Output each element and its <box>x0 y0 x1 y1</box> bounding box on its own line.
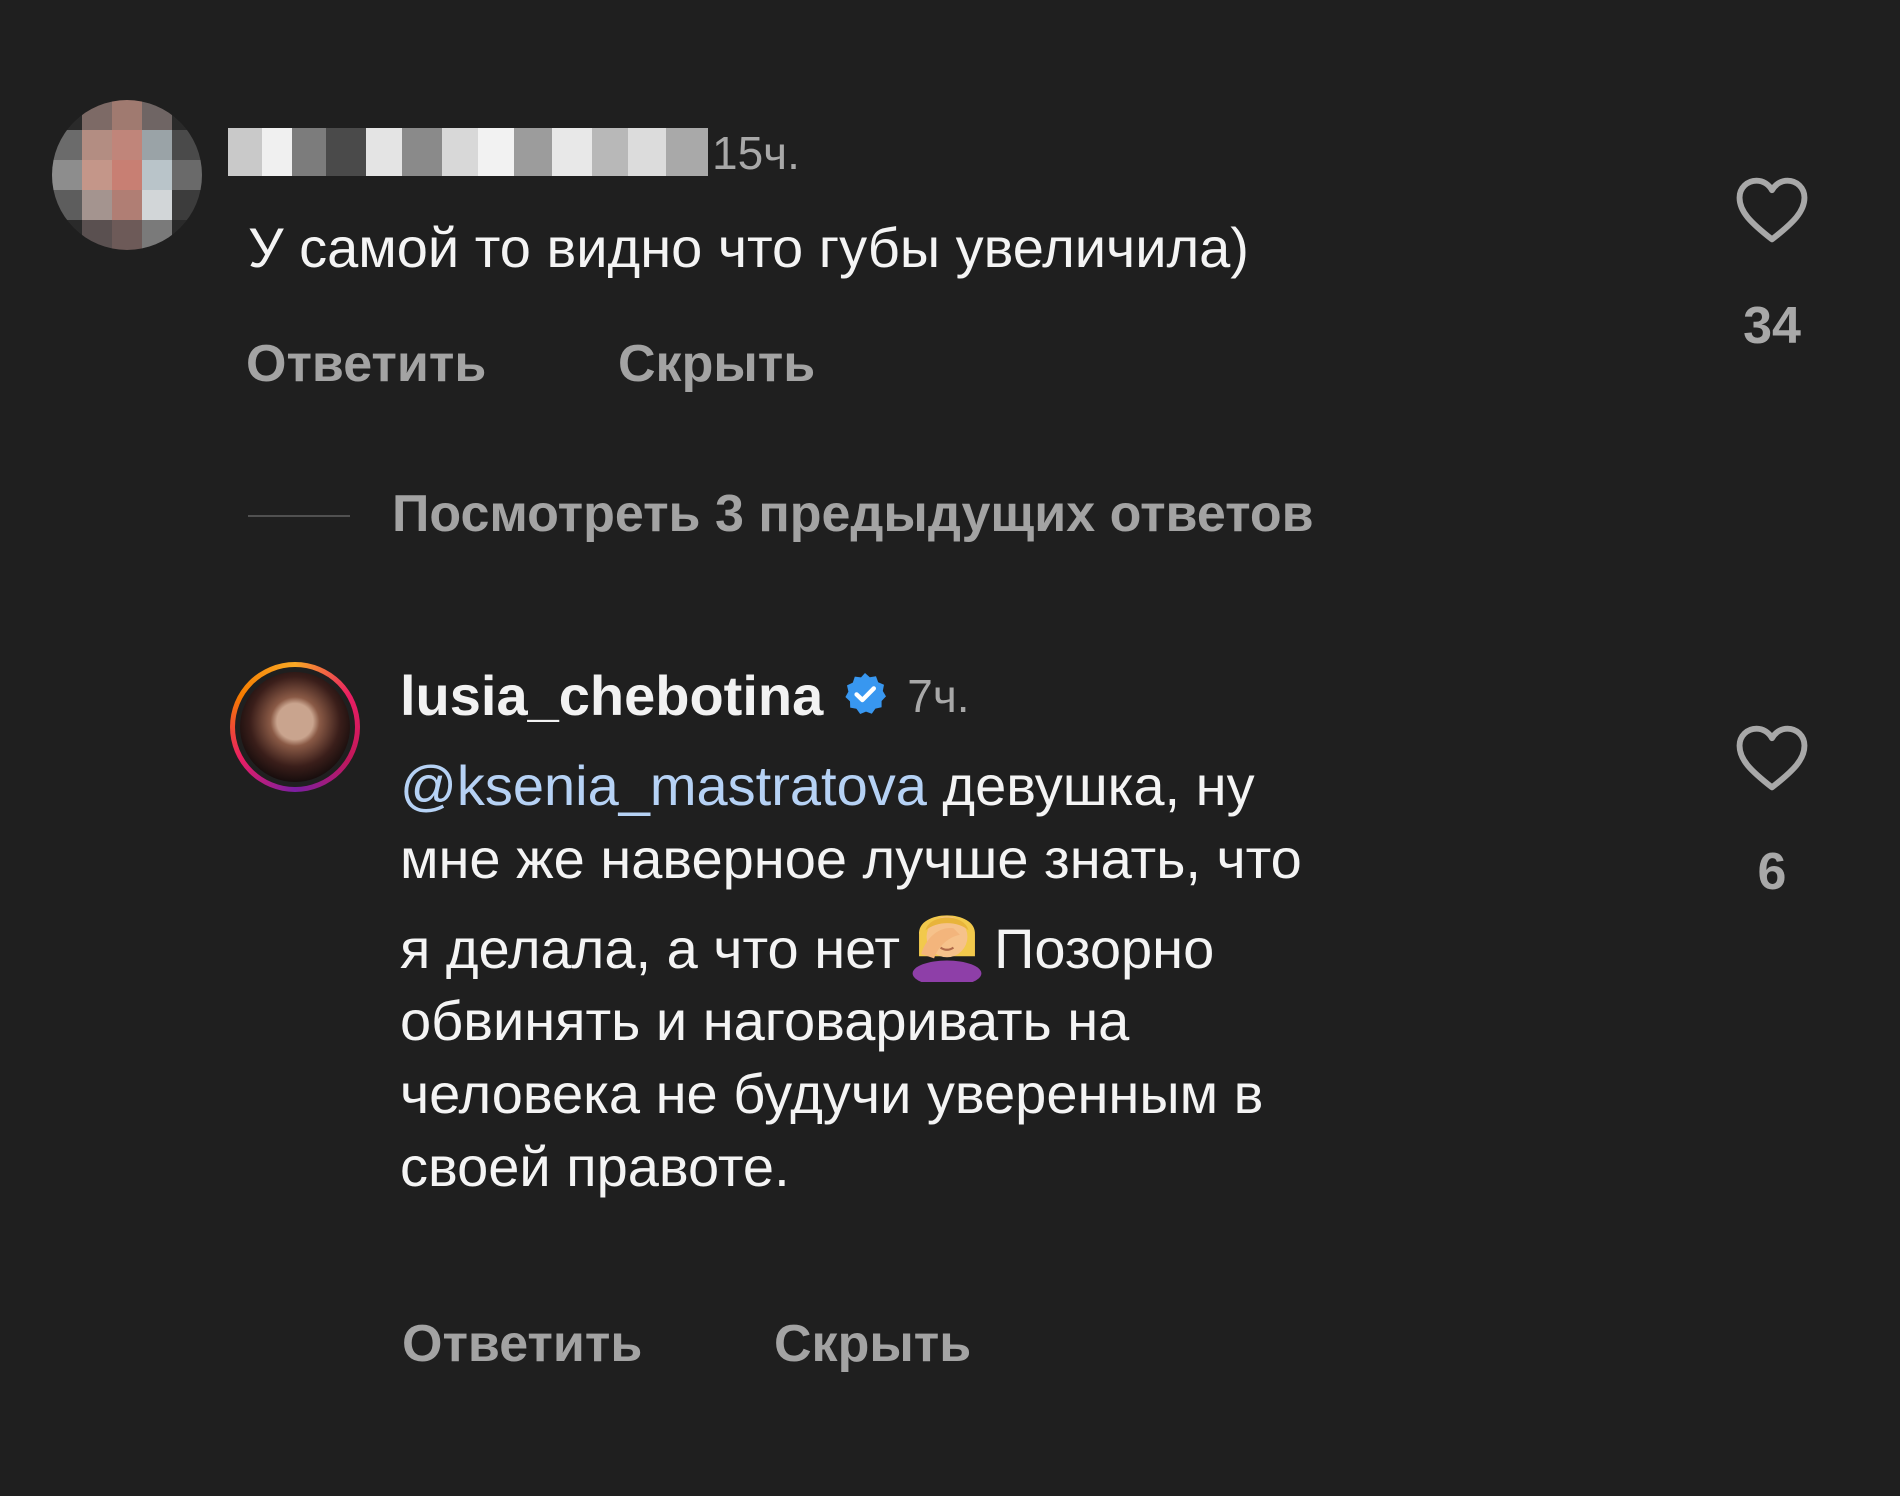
hide-button[interactable]: Скрыть <box>774 1318 971 1370</box>
reply-line-3: я делала, а что нет Позорно <box>400 896 1680 986</box>
hide-button[interactable]: Скрыть <box>618 338 815 390</box>
reply-text-block: @ksenia_mastratova девушка, ну мне же на… <box>400 750 1680 1204</box>
facepalm-emoji <box>904 896 990 986</box>
reply-button[interactable]: Ответить <box>246 338 486 390</box>
reply-line-5: человека не будучи уверенным в <box>400 1062 1264 1126</box>
reply-line-2: мне же наверное лучше знать, что <box>400 826 1302 890</box>
like-heart-icon[interactable] <box>1734 724 1810 792</box>
like-count: 34 <box>1743 297 1801 355</box>
reply-line-6: своей правоте. <box>400 1134 790 1198</box>
replies-divider <box>248 515 350 517</box>
comment-text: У самой то видно что губы увеличила) <box>248 216 1249 279</box>
like-heart-icon[interactable] <box>1734 176 1810 244</box>
reply-text-fragment: я делала, а что нет <box>400 916 901 980</box>
reply-text-fragment: девушка, ну <box>926 754 1255 817</box>
verified-badge-icon <box>841 670 889 723</box>
mention-link[interactable]: @ksenia_mastratova <box>400 754 927 817</box>
reply-button[interactable]: Ответить <box>402 1318 642 1370</box>
comment-time: 15ч. <box>712 127 800 179</box>
reply-text-fragment: Позорно <box>994 916 1215 980</box>
username[interactable]: lusia_chebotina <box>400 668 823 724</box>
username-pixelated[interactable] <box>228 128 708 176</box>
view-previous-replies-link[interactable]: Посмотреть 3 предыдущих ответов <box>392 488 1314 540</box>
avatar-pixelated[interactable] <box>52 100 202 250</box>
avatar-story-ring[interactable] <box>230 662 360 792</box>
comment-time: 7ч. <box>907 670 970 722</box>
reply-line-1: @ksenia_mastratova девушка, ну <box>400 750 1680 823</box>
comment-header: lusia_chebotina 7ч. <box>400 668 970 724</box>
like-count: 6 <box>1757 843 1787 901</box>
avatar <box>240 672 350 782</box>
reply-line-4: обвинять и наговаривать на <box>400 989 1130 1053</box>
